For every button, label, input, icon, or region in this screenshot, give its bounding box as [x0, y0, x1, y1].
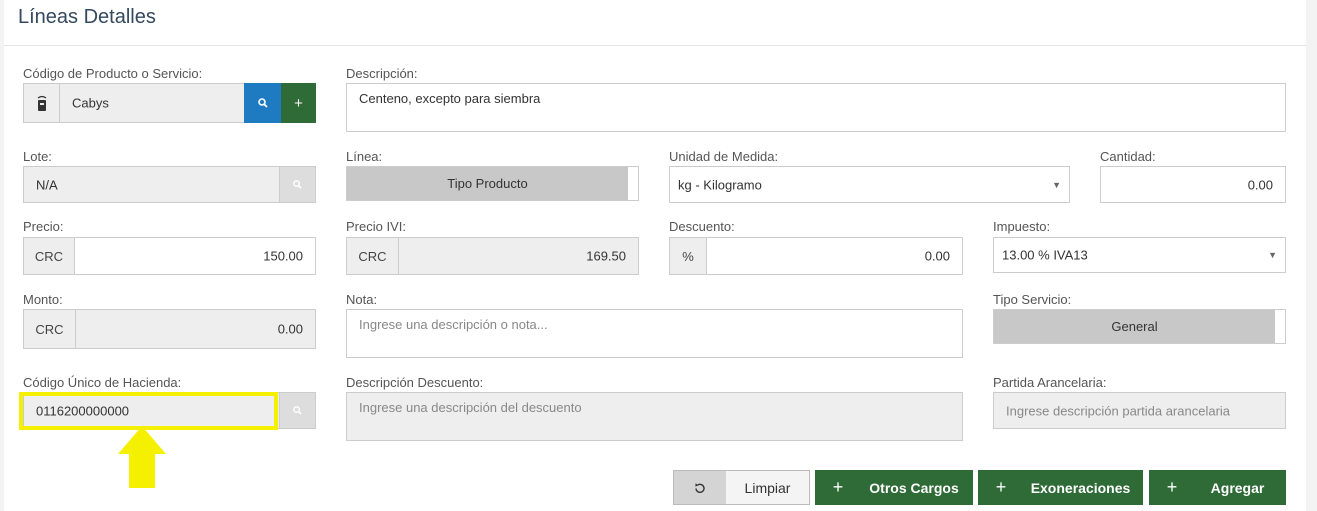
- lote-label: Lote:: [23, 149, 52, 164]
- precio-label: Precio:: [23, 219, 64, 234]
- impuesto-select[interactable]: 13.00 % IVA13 ▼: [993, 237, 1286, 273]
- descripcion-descuento-textarea[interactable]: Ingrese una descripción del descuento: [346, 392, 963, 441]
- lote-input[interactable]: N/A: [23, 166, 280, 203]
- nota-placeholder: Ingrese una descripción o nota...: [359, 317, 548, 332]
- linea-label: Línea:: [346, 149, 383, 164]
- impuesto-label: Impuesto:: [993, 219, 1051, 234]
- precio-value: 150.00: [263, 248, 303, 264]
- cantidad-value: 0.00: [1247, 177, 1273, 192]
- highlight-box: [19, 392, 278, 430]
- arrow-shaft: [129, 453, 155, 488]
- impuesto-value: 13.00 % IVA13: [1002, 247, 1088, 263]
- exoneraciones-button[interactable]: + Exoneraciones: [978, 470, 1143, 505]
- search-icon: [293, 180, 302, 189]
- exoneraciones-label: Exoneraciones: [1030, 479, 1131, 496]
- nota-textarea[interactable]: Ingrese una descripción o nota...: [346, 309, 963, 358]
- monto-currency: CRC: [24, 310, 76, 348]
- descripcion-value: Centeno, excepto para siembra: [359, 91, 541, 106]
- partida-placeholder: Ingrese descripción partida arancelaria: [1006, 403, 1231, 418]
- agregar-button[interactable]: + Agregar: [1149, 470, 1286, 505]
- codigo-add-button[interactable]: +: [281, 83, 316, 123]
- lote-search-button[interactable]: [279, 166, 316, 203]
- search-icon: [293, 406, 302, 415]
- panel-title: Líneas Detalles: [18, 6, 156, 28]
- linea-toggle-on: Tipo Producto: [347, 167, 628, 200]
- arrow-up-icon: [118, 426, 166, 454]
- partida-input[interactable]: Ingrese descripción partida arancelaria: [993, 392, 1286, 429]
- undo-icon: [674, 471, 726, 504]
- codigo-hacienda-search-button[interactable]: [279, 392, 316, 429]
- codigo-hacienda-label: Código Único de Hacienda:: [23, 375, 182, 390]
- precio-ivi-input: CRC 169.50: [346, 237, 639, 275]
- barcode-scanner-icon: [24, 84, 60, 122]
- caret-down-icon: ▼: [1052, 179, 1061, 190]
- codigo-label: Código de Producto o Servicio:: [23, 66, 203, 81]
- linea-toggle[interactable]: Tipo Producto: [346, 166, 639, 201]
- cantidad-label: Cantidad:: [1100, 149, 1156, 164]
- unidad-label: Unidad de Medida:: [669, 149, 779, 164]
- descripcion-label: Descripción:: [346, 66, 418, 81]
- otros-cargos-button[interactable]: + Otros Cargos: [815, 470, 973, 505]
- descuento-value: 0.00: [924, 248, 950, 264]
- plus-icon: +: [832, 477, 844, 497]
- otros-cargos-label: Otros Cargos: [869, 479, 959, 496]
- precio-currency: CRC: [24, 238, 75, 274]
- unidad-select[interactable]: kg - Kilogramo ▼: [669, 166, 1070, 203]
- descripcion-descuento-label: Descripción Descuento:: [346, 375, 484, 390]
- tipo-servicio-toggle[interactable]: General: [993, 309, 1286, 344]
- descuento-input[interactable]: % 0.00: [669, 237, 963, 275]
- descuento-label: Descuento:: [669, 219, 735, 234]
- limpiar-button[interactable]: Limpiar: [673, 470, 810, 505]
- precio-ivi-label: Precio IVI:: [346, 219, 406, 234]
- monto-input: CRC 0.00: [23, 309, 316, 349]
- precio-ivi-value: 169.50: [586, 248, 626, 264]
- codigo-search-button[interactable]: [244, 83, 281, 123]
- search-icon: [257, 98, 268, 108]
- descuento-unit: %: [670, 238, 707, 274]
- tipo-servicio-toggle-on: General: [994, 310, 1275, 343]
- limpiar-label: Limpiar: [744, 479, 791, 496]
- partida-label: Partida Arancelaria:: [993, 375, 1107, 390]
- panel-header: Líneas Detalles: [4, 0, 1306, 46]
- precio-input[interactable]: CRC 150.00: [23, 237, 316, 275]
- lote-value: N/A: [36, 177, 58, 192]
- tipo-servicio-label: Tipo Servicio:: [993, 292, 1072, 307]
- plus-icon: +: [294, 94, 303, 112]
- monto-value: 0.00: [277, 321, 303, 337]
- agregar-label: Agregar: [1210, 479, 1265, 496]
- plus-icon: +: [1166, 477, 1178, 497]
- monto-label: Monto:: [23, 292, 63, 307]
- cantidad-input[interactable]: 0.00: [1100, 166, 1286, 203]
- descripcion-textarea[interactable]: Centeno, excepto para siembra: [346, 83, 1286, 132]
- plus-icon: +: [995, 477, 1007, 497]
- caret-down-icon: ▼: [1268, 250, 1277, 260]
- codigo-input[interactable]: Cabys: [23, 83, 245, 123]
- precio-ivi-currency: CRC: [347, 238, 399, 274]
- descripcion-descuento-placeholder: Ingrese una descripción del descuento: [359, 400, 582, 415]
- unidad-value: kg - Kilogramo: [678, 177, 762, 192]
- nota-label: Nota:: [346, 292, 378, 307]
- codigo-value: Cabys: [72, 95, 109, 111]
